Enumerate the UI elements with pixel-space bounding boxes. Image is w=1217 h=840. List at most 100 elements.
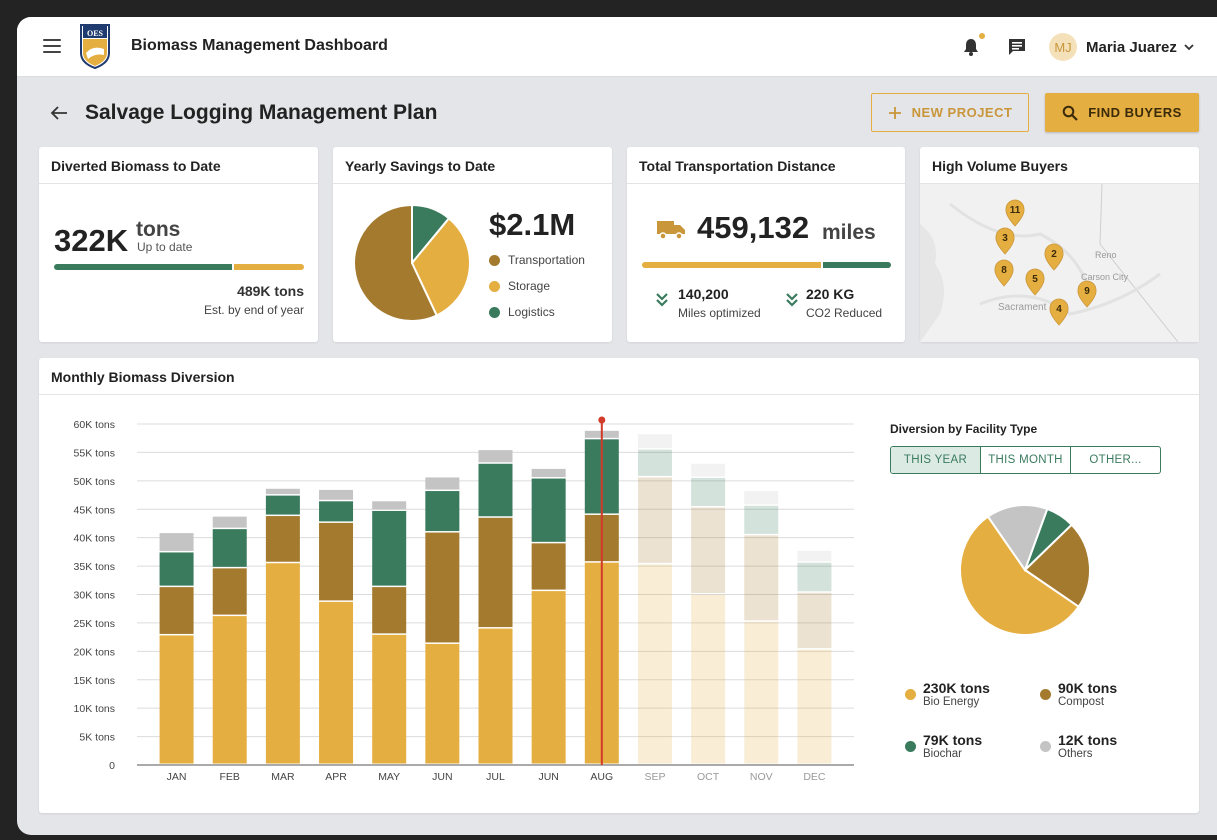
bar-segment[interactable] [372,501,407,510]
bar-segment[interactable] [319,601,354,764]
messages-button[interactable] [1007,37,1027,57]
top-app-bar: OES Biomass Management Dashboard MJ Mari… [17,17,1217,77]
x-tick-label: NOV [750,771,773,783]
app-title: Biomass Management Dashboard [131,37,388,54]
y-tick-label: 15K tons [74,675,115,687]
bar-segment[interactable] [797,649,832,764]
current-month-marker [598,416,606,424]
legend-transportation: Transportation [489,253,585,267]
bar-segment[interactable] [212,529,247,567]
bar-segment[interactable] [637,434,672,449]
progress-fill [54,264,232,270]
bar-segment[interactable] [691,477,726,507]
diverted-unit: tons [136,218,181,241]
oes-logo: OES [80,24,110,69]
tab-this-year[interactable]: THIS YEAR [891,447,981,473]
legend-bio-energy: 230K tons Bio Energy [923,680,990,708]
bar-segment[interactable] [212,568,247,615]
bar-segment[interactable] [744,621,779,764]
bar-segment[interactable] [637,449,672,476]
new-project-button[interactable]: NEW PROJECT [871,93,1029,132]
new-project-label: NEW PROJECT [911,105,1013,120]
facility-tabs: THIS YEAR THIS MONTH OTHER... [890,446,1161,474]
bar-segment[interactable] [478,450,513,463]
facility-pie-chart [959,504,1091,636]
bar-segment[interactable] [744,491,779,505]
x-tick-label: FEB [220,771,240,783]
bar-segment[interactable] [212,516,247,528]
bar-segment[interactable] [265,488,300,495]
diverted-sub: Up to date [137,240,193,254]
app-screen: OES Biomass Management Dashboard MJ Mari… [17,17,1217,835]
y-tick-label: 25K tons [74,618,115,630]
bar-segment[interactable] [691,507,726,593]
bar-segment[interactable] [319,522,354,601]
user-name[interactable]: Maria Juarez [1086,39,1177,56]
bar-segment[interactable] [637,564,672,764]
chevron-down-icon[interactable] [1183,41,1195,53]
bar-segment[interactable] [478,628,513,764]
pin-label: 11 [1010,205,1021,216]
y-tick-label: 10K tons [74,703,115,715]
savings-value: $2.1M [489,207,576,242]
bar-segment[interactable] [372,510,407,586]
legend-storage: Storage [489,279,550,293]
bar-segment[interactable] [425,491,460,532]
miles-optimized-label: Miles optimized [678,306,761,320]
bar-segment[interactable] [265,563,300,764]
bar-segment[interactable] [265,495,300,515]
y-tick-label: 40K tons [74,533,115,545]
transport-value: 459,132 [697,210,810,245]
bar-segment[interactable] [637,477,672,563]
card-title: Diverted Biomass to Date [39,147,318,184]
bar-segment[interactable] [797,562,832,592]
miles-optimized-value: 140,200 [678,286,729,302]
bar-segment[interactable] [744,535,779,621]
bell-icon [964,39,978,56]
bar-segment[interactable] [319,501,354,522]
bar-segment[interactable] [531,543,566,590]
bar-segment[interactable] [319,489,354,500]
bar-segment[interactable] [531,478,566,542]
find-buyers-label: FIND BUYERS [1088,105,1182,120]
bar-segment[interactable] [691,594,726,764]
transportation-card: Total Transportation Distance 459,132 mi… [627,147,905,342]
bar-segment[interactable] [691,463,726,477]
co2-label: CO2 Reduced [806,306,883,320]
tab-this-month[interactable]: THIS MONTH [981,447,1071,473]
bar-segment[interactable] [159,533,194,551]
back-arrow-icon[interactable] [50,105,68,121]
x-tick-label: MAR [271,771,295,783]
user-avatar[interactable]: MJ [1049,33,1077,61]
device-frame: OES Biomass Management Dashboard MJ Mari… [0,0,1217,840]
bar-segment[interactable] [372,634,407,764]
bar-segment[interactable] [797,592,832,649]
bar-segment[interactable] [159,552,194,586]
bar-segment[interactable] [265,516,300,562]
bar-segment[interactable] [478,517,513,628]
legend-compost: 90K tons Compost [1058,680,1118,708]
bar-segment[interactable] [425,643,460,764]
bar-segment[interactable] [531,591,566,764]
bar-segment[interactable] [744,505,779,534]
chat-icon [1009,39,1025,55]
diverted-target: 489K tons [237,283,304,299]
bar-segment[interactable] [372,587,407,634]
notifications-button[interactable] [961,33,985,57]
menu-icon[interactable] [43,39,61,53]
progress-remaining [823,262,891,268]
bar-segment[interactable] [212,616,247,764]
bar-segment[interactable] [797,550,832,562]
x-tick-label: JUN [538,771,558,783]
bar-segment[interactable] [478,463,513,517]
bar-segment[interactable] [531,468,566,478]
tab-other[interactable]: OTHER... [1071,447,1160,473]
y-tick-label: 0 [109,760,115,772]
bar-segment[interactable] [159,587,194,634]
find-buyers-button[interactable]: FIND BUYERS [1045,93,1199,132]
monthly-bar-chart[interactable]: 0 5K tons 10K tons 15K tons 20K tons 25K tons… [39,395,869,813]
bar-segment[interactable] [159,635,194,764]
buyers-map[interactable]: Reno Carson City Sacrament 11 3 2 8 5 9 4 [920,184,1199,342]
bar-segment[interactable] [425,532,460,643]
bar-segment[interactable] [425,477,460,490]
